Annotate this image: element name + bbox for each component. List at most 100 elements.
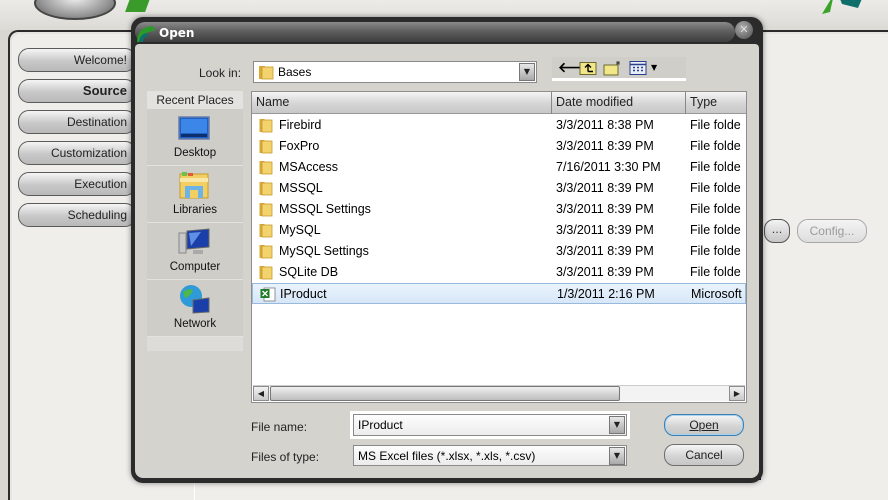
places-bar: Recent Places Desktop Libraries Computer… (147, 91, 243, 351)
recent-places-link[interactable]: Recent Places (147, 91, 243, 109)
file-row[interactable]: MySQL 3/3/2011 8:39 PM File folde (252, 220, 746, 241)
file-row[interactable]: Firebird 3/3/2011 8:38 PM File folde (252, 115, 746, 136)
place-network[interactable]: Network (147, 280, 243, 337)
libraries-icon (179, 172, 209, 199)
app-logo-icon (137, 26, 155, 42)
date-modified-cell: 3/3/2011 8:39 PM (556, 202, 654, 216)
file-row[interactable]: MSAccess 7/16/2011 3:30 PM File folde (252, 157, 746, 178)
scrollbar-thumb[interactable] (270, 386, 620, 401)
file-name-cell: MySQL (279, 223, 321, 237)
file-type-label: Files of type: (251, 450, 320, 464)
type-cell: File folde (690, 223, 741, 237)
nav-source-button[interactable]: Source (18, 79, 136, 103)
dialog-title: Open (159, 26, 195, 40)
folder-icon (259, 66, 274, 80)
date-modified-cell: 1/3/2011 2:16 PM (557, 287, 655, 301)
network-icon (180, 285, 210, 314)
chevron-down-icon[interactable]: ▼ (609, 416, 625, 434)
cancel-button[interactable]: Cancel (664, 444, 744, 466)
file-row[interactable]: FoxPro 3/3/2011 8:39 PM File folde (252, 136, 746, 157)
open-button-label: Open (689, 418, 719, 432)
date-modified-cell: 3/3/2011 8:39 PM (556, 181, 654, 195)
close-icon[interactable]: ✕ (735, 21, 753, 39)
type-cell: File folde (690, 160, 741, 174)
file-name-label: File name: (251, 420, 308, 434)
desktop-icon (178, 116, 210, 140)
date-modified-cell: 7/16/2011 3:30 PM (556, 160, 661, 174)
dialog-toolbar: 🡐 ▼ (552, 57, 686, 81)
nav-customization-button[interactable]: Customization (18, 141, 136, 165)
config-button[interactable]: Config... (797, 219, 867, 243)
nav-execution-button[interactable]: Execution (18, 172, 136, 196)
date-modified-cell: 3/3/2011 8:39 PM (556, 244, 654, 258)
excel-file-icon (260, 287, 276, 309)
file-name-input[interactable]: IProduct ▼ (350, 411, 630, 439)
scroll-right-icon[interactable]: ▶ (729, 386, 745, 401)
open-dialog: Open ✕ Look in: Bases ▼ 🡐 ▼ Recent Place… (131, 17, 763, 483)
file-name-cell: MSSQL (279, 181, 323, 195)
file-name-cell: MSAccess (279, 160, 339, 174)
look-in-label: Look in: (199, 66, 242, 80)
nav-scheduling-button[interactable]: Scheduling (18, 203, 136, 227)
app-logo-accent (125, 0, 151, 12)
dialog-body: Look in: Bases ▼ 🡐 ▼ Recent Places Deskt… (135, 44, 759, 478)
place-label: Desktop (173, 147, 217, 159)
chevron-down-icon[interactable]: ▼ (609, 447, 625, 465)
type-cell: Microsoft (691, 287, 742, 301)
view-menu-icon[interactable] (629, 60, 647, 76)
file-name-cell: Firebird (279, 118, 322, 132)
file-row[interactable]: SQLite DB 3/3/2011 8:39 PM File folde (252, 262, 746, 283)
database-logo-icon (34, 0, 116, 20)
file-row[interactable]: MySQL Settings 3/3/2011 8:39 PM File folde (252, 241, 746, 262)
file-name-value: IProduct (358, 418, 403, 432)
dialog-titlebar[interactable]: Open (135, 22, 735, 42)
date-modified-cell: 3/3/2011 8:39 PM (556, 265, 654, 279)
new-folder-icon[interactable] (603, 60, 623, 76)
file-name-cell: FoxPro (279, 139, 320, 153)
file-row[interactable]: IProduct 1/3/2011 2:16 PM Microsoft (252, 283, 746, 304)
type-cell: File folde (690, 265, 741, 279)
look-in-value: Bases (278, 65, 312, 79)
date-modified-cell: 3/3/2011 8:38 PM (556, 118, 654, 132)
brand-logo-icon (822, 0, 862, 14)
file-list: Name Date modified Type Firebird 3/3/2011… (251, 91, 747, 403)
file-name-cell: MSSQL Settings (279, 202, 371, 216)
browse-button[interactable]: ... (764, 219, 790, 243)
up-folder-icon[interactable] (579, 60, 597, 76)
open-button[interactable]: Open (664, 414, 744, 436)
wizard-nav: Welcome! Source Destination Customizatio… (18, 48, 136, 234)
computer-icon (178, 228, 210, 254)
file-list-header: Name Date modified Type (252, 92, 746, 114)
type-cell: File folde (690, 181, 741, 195)
place-label: Computer (169, 261, 221, 273)
nav-destination-button[interactable]: Destination (18, 110, 136, 134)
view-dropdown-icon[interactable]: ▼ (651, 60, 657, 76)
chevron-down-icon[interactable]: ▼ (519, 63, 535, 81)
nav-welcome-button[interactable]: Welcome! (18, 48, 136, 72)
horizontal-scrollbar[interactable]: ◀ ▶ (253, 385, 745, 401)
place-desktop[interactable]: Desktop (147, 109, 243, 166)
file-type-value: MS Excel files (*.xlsx, *.xls, *.csv) (358, 449, 536, 463)
type-cell: File folde (690, 118, 741, 132)
column-header-name[interactable]: Name (252, 92, 552, 114)
file-name-cell: SQLite DB (279, 265, 339, 279)
date-modified-cell: 3/3/2011 8:39 PM (556, 139, 654, 153)
file-type-dropdown[interactable]: MS Excel files (*.xlsx, *.xls, *.csv) ▼ (353, 445, 627, 466)
place-libraries[interactable]: Libraries (147, 166, 243, 223)
column-header-date[interactable]: Date modified (552, 92, 686, 114)
file-name-cell: IProduct (280, 287, 327, 301)
look-in-dropdown[interactable]: Bases ▼ (253, 61, 537, 83)
type-cell: File folde (690, 139, 741, 153)
type-cell: File folde (690, 202, 741, 216)
divider (194, 480, 195, 500)
place-computer[interactable]: Computer (147, 223, 243, 280)
scroll-left-icon[interactable]: ◀ (253, 386, 269, 401)
file-row[interactable]: MSSQL 3/3/2011 8:39 PM File folde (252, 178, 746, 199)
file-name-cell: MySQL Settings (279, 244, 369, 258)
column-header-type[interactable]: Type (686, 92, 746, 114)
place-label: Network (173, 318, 217, 330)
place-label: Libraries (172, 204, 218, 216)
type-cell: File folde (690, 244, 741, 258)
file-rows: Firebird 3/3/2011 8:38 PM File folde FoxPro… (252, 115, 746, 304)
file-row[interactable]: MSSQL Settings 3/3/2011 8:39 PM File folde (252, 199, 746, 220)
